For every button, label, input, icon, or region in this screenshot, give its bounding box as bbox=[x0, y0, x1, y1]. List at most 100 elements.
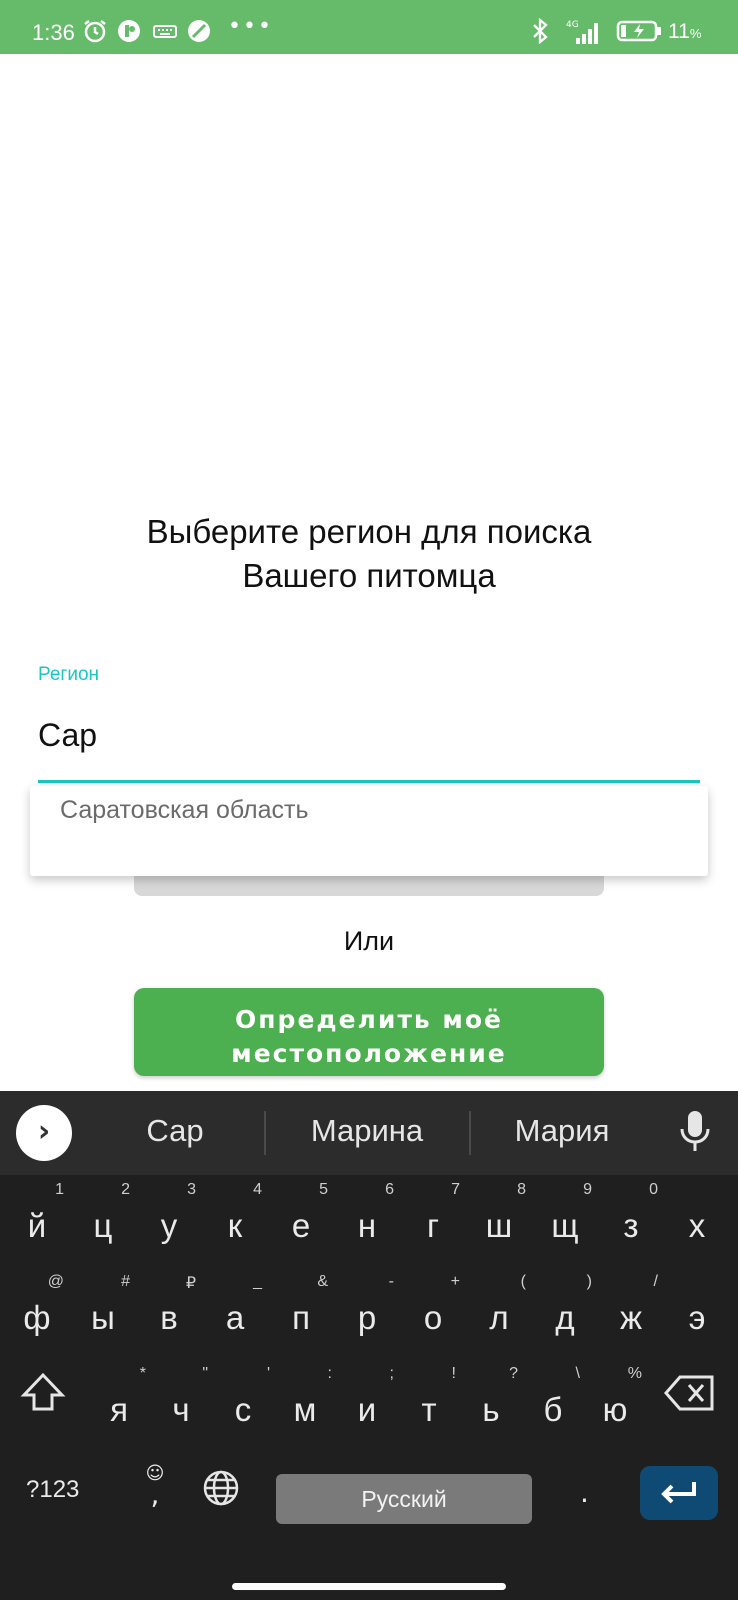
key-м[interactable]: :м bbox=[272, 1365, 338, 1441]
key-э[interactable]: э bbox=[664, 1273, 730, 1349]
detect-location-label-1: Определить моё bbox=[235, 1005, 503, 1034]
key-й[interactable]: 1й bbox=[4, 1181, 70, 1257]
key-alt-symbol: + bbox=[450, 1273, 460, 1290]
key-letter: р bbox=[357, 1299, 377, 1336]
key-е[interactable]: 5е bbox=[268, 1181, 334, 1257]
key-letter: х bbox=[688, 1207, 706, 1244]
key-ц[interactable]: 2ц bbox=[70, 1181, 136, 1257]
alarm-icon bbox=[82, 18, 108, 44]
battery-charging-icon bbox=[616, 18, 664, 44]
key-п[interactable]: & п bbox=[268, 1273, 334, 1349]
key-letter: щ bbox=[551, 1207, 579, 1244]
key-letter: н bbox=[357, 1207, 377, 1244]
suggestion-divider bbox=[469, 1111, 471, 1155]
period-key[interactable]: . bbox=[580, 1476, 589, 1509]
autocomplete-dropdown: Саратовская область bbox=[30, 786, 708, 876]
key-alt-symbol: ! bbox=[451, 1365, 456, 1382]
suggestion-3[interactable]: Мария bbox=[484, 1113, 640, 1149]
key-л[interactable]: (л bbox=[466, 1273, 532, 1349]
key-ы[interactable]: # ы bbox=[70, 1273, 136, 1349]
key-alt-symbol: & bbox=[317, 1273, 328, 1290]
status-bar: 1:36 ••• 4G 11% bbox=[0, 0, 738, 54]
key-alt-symbol: - bbox=[388, 1273, 394, 1290]
key-з[interactable]: 0з bbox=[598, 1181, 664, 1257]
key-alt-symbol: 6 bbox=[385, 1181, 394, 1198]
key-alt-symbol: 7 bbox=[451, 1181, 460, 1198]
detect-location-button[interactable]: Определить моё местоположение bbox=[134, 988, 604, 1076]
key-а[interactable]: _ а bbox=[202, 1273, 268, 1349]
suggestion-bar: › Сар Марина Мария bbox=[0, 1091, 738, 1175]
key-letter: й bbox=[27, 1207, 47, 1244]
soft-keyboard: › Сар Марина Мария 1й2ц3у4к5е6н7г8ш9щ0зх… bbox=[0, 1091, 738, 1600]
key-щ[interactable]: 9щ bbox=[532, 1181, 598, 1257]
key-alt-symbol: 4 bbox=[253, 1181, 262, 1198]
key-б[interactable]: \ б bbox=[520, 1365, 586, 1441]
key-р[interactable]: -р bbox=[334, 1273, 400, 1349]
key-letter: ы bbox=[91, 1299, 115, 1336]
key-letter: б bbox=[543, 1391, 563, 1428]
key-в[interactable]: ₽ в bbox=[136, 1273, 202, 1349]
more-notifications-icon: ••• bbox=[228, 14, 273, 39]
key-ь[interactable]: ? ь bbox=[458, 1365, 524, 1441]
key-letter: м bbox=[293, 1391, 317, 1428]
key-с[interactable]: ' с bbox=[210, 1365, 276, 1441]
key-к[interactable]: 4к bbox=[202, 1181, 268, 1257]
key-letter: л bbox=[489, 1299, 509, 1336]
key-alt-symbol: 2 bbox=[121, 1181, 130, 1198]
globe-icon[interactable] bbox=[202, 1469, 240, 1511]
key-alt-symbol: 9 bbox=[583, 1181, 592, 1198]
navigation-handle[interactable] bbox=[232, 1583, 506, 1590]
key-ж[interactable]: / ж bbox=[598, 1273, 664, 1349]
key-ч[interactable]: " ч bbox=[148, 1365, 214, 1441]
key-letter: и bbox=[357, 1391, 377, 1428]
key-г[interactable]: 7г bbox=[400, 1181, 466, 1257]
or-divider-label: Или bbox=[343, 926, 395, 956]
key-letter: а bbox=[225, 1299, 245, 1336]
key-alt-symbol: % bbox=[627, 1365, 642, 1382]
region-input[interactable] bbox=[38, 705, 700, 765]
enter-key[interactable] bbox=[640, 1466, 718, 1520]
autocomplete-option[interactable]: Саратовская область bbox=[60, 796, 309, 825]
suggestion-2[interactable]: Марина bbox=[280, 1113, 454, 1149]
symbols-key[interactable]: ?123 bbox=[26, 1476, 79, 1504]
key-letter: е bbox=[291, 1207, 311, 1244]
key-letter: д bbox=[555, 1299, 575, 1336]
key-letter: ц bbox=[93, 1207, 113, 1244]
backspace-icon[interactable] bbox=[664, 1373, 716, 1417]
key-alt-symbol: 1 bbox=[55, 1181, 64, 1198]
key-ф[interactable]: @ ф bbox=[4, 1273, 70, 1349]
key-alt-symbol: 5 bbox=[319, 1181, 328, 1198]
key-letter: э bbox=[688, 1299, 706, 1336]
mic-icon[interactable] bbox=[678, 1109, 712, 1159]
suggestion-1[interactable]: Сар bbox=[110, 1113, 240, 1149]
enter-icon bbox=[661, 1482, 696, 1504]
chevron-right-icon[interactable]: › bbox=[16, 1105, 72, 1161]
keyboard-icon bbox=[152, 18, 178, 44]
key-я[interactable]: * я bbox=[86, 1365, 152, 1441]
vpn-icon bbox=[186, 18, 212, 44]
key-н[interactable]: 6н bbox=[334, 1181, 400, 1257]
region-input-underline bbox=[38, 780, 700, 783]
key-у[interactable]: 3у bbox=[136, 1181, 202, 1257]
key-alt-symbol: ' bbox=[266, 1365, 270, 1382]
key-alt-symbol: 3 bbox=[187, 1181, 196, 1198]
key-letter: о bbox=[423, 1299, 443, 1336]
key-ю[interactable]: % ю bbox=[582, 1365, 648, 1441]
shift-icon[interactable] bbox=[20, 1371, 66, 1419]
key-д[interactable]: ) д bbox=[532, 1273, 598, 1349]
key-alt-symbol: 0 bbox=[649, 1181, 658, 1198]
key-alt-symbol: 8 bbox=[517, 1181, 526, 1198]
key-alt-symbol: : bbox=[327, 1365, 332, 1382]
key-х[interactable]: х bbox=[664, 1181, 730, 1257]
key-о[interactable]: + о bbox=[400, 1273, 466, 1349]
key-ш[interactable]: 8ш bbox=[466, 1181, 532, 1257]
key-и[interactable]: ; и bbox=[334, 1365, 400, 1441]
comma-key[interactable]: ☺ , bbox=[140, 1463, 170, 1509]
key-т[interactable]: ! т bbox=[396, 1365, 462, 1441]
key-alt-symbol: * bbox=[139, 1365, 146, 1382]
bluetooth-icon bbox=[528, 17, 552, 45]
key-letter: з bbox=[623, 1207, 639, 1244]
space-bar[interactable]: Русский bbox=[276, 1474, 532, 1524]
key-letter: в bbox=[160, 1299, 178, 1336]
title-line-2: Вашего питомца bbox=[242, 557, 496, 594]
